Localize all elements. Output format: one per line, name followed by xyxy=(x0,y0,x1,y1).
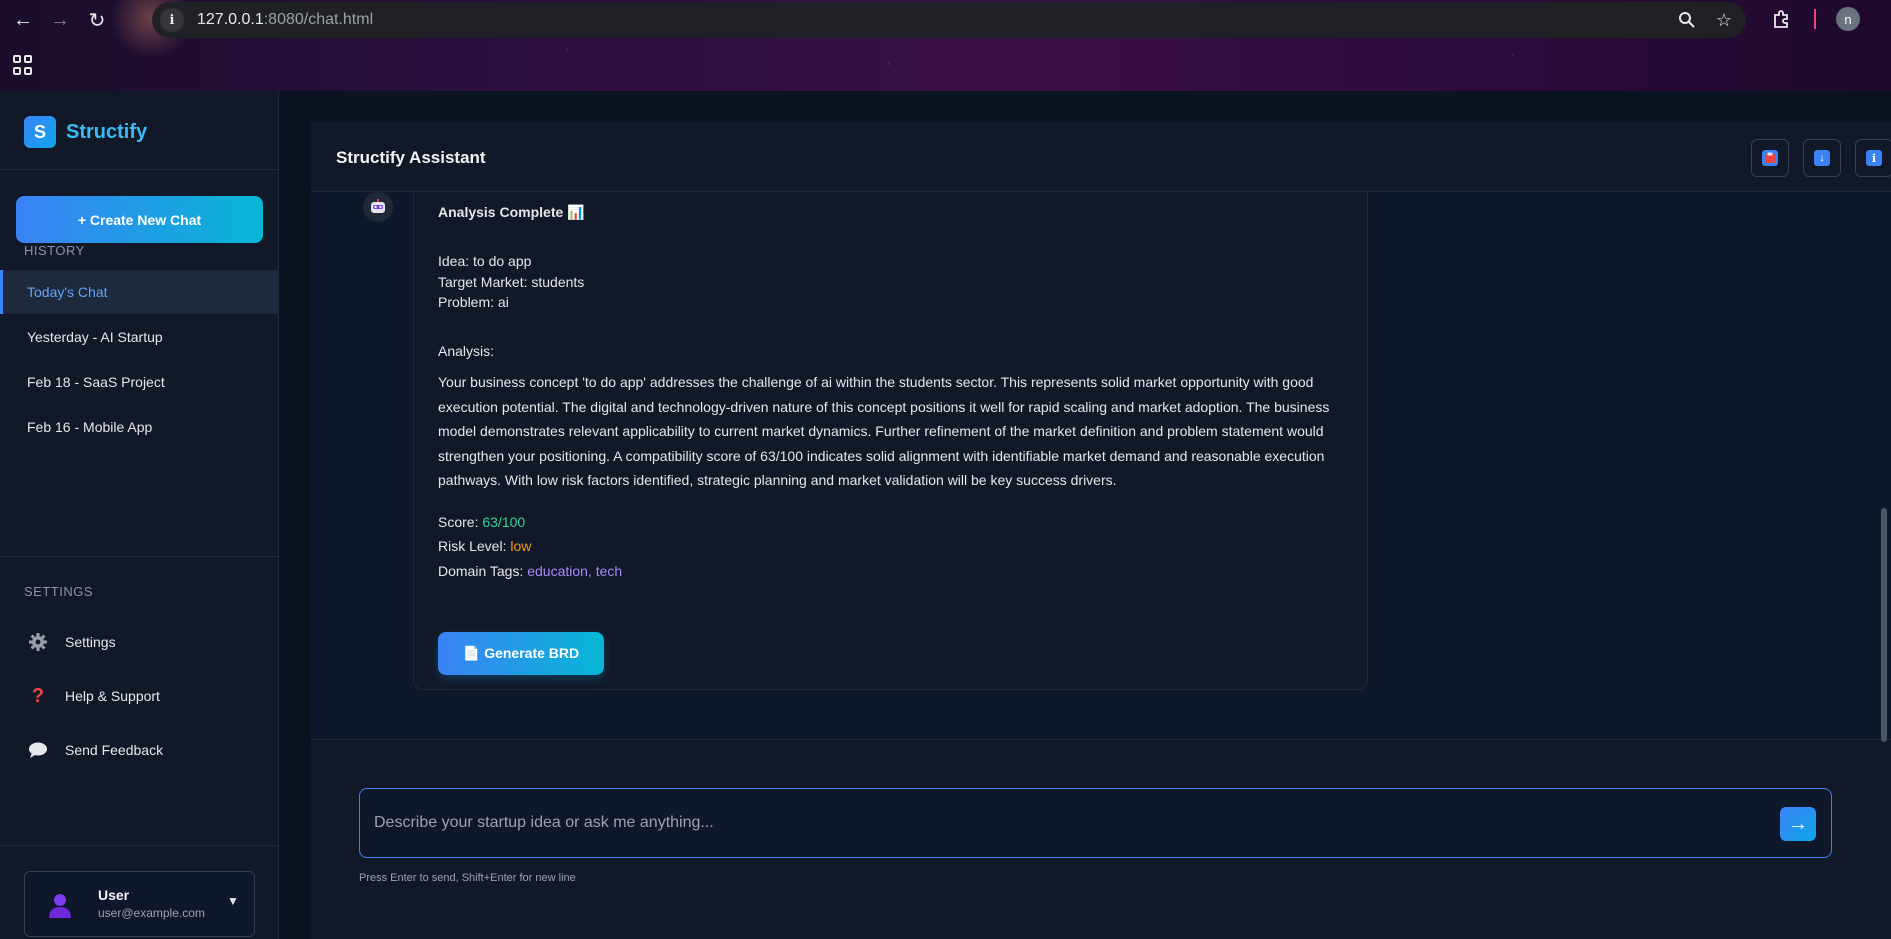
risk-label: Risk Level: xyxy=(438,538,507,554)
sidebar: S Structify + Create New Chat HISTORY To… xyxy=(0,91,279,939)
market-label: Target Market: xyxy=(438,274,528,290)
analysis-text: Your business concept 'to do app' addres… xyxy=(438,374,1330,488)
send-feedback-link[interactable]: Send Feedback xyxy=(27,735,163,765)
sidebar-divider xyxy=(0,845,279,846)
tags-line: Domain Tags: education, tech xyxy=(438,559,622,584)
history-section-title: HISTORY xyxy=(24,243,85,258)
clipboard-icon xyxy=(1762,150,1778,166)
brand-logo: S xyxy=(24,116,56,148)
history-item-yesterday[interactable]: Yesterday - AI Startup xyxy=(0,315,279,359)
history-item-feb-18[interactable]: Feb 18 - SaaS Project xyxy=(0,360,279,404)
composer: → Press Enter to send, Shift+Enter for n… xyxy=(311,739,1891,939)
main-area: Structify Assistant ↓ i Analysis Complet… xyxy=(280,91,1891,939)
speech-bubble-icon xyxy=(27,739,49,761)
user-name: User xyxy=(98,887,130,903)
history-item-feb-16[interactable]: Feb 16 - Mobile App xyxy=(0,405,279,449)
score-label: Score: xyxy=(438,514,479,530)
history-item-todays-chat[interactable]: Today's Chat xyxy=(0,270,279,314)
risk-value: low xyxy=(510,538,532,554)
problem-label: Problem: xyxy=(438,294,495,310)
info-icon: i xyxy=(1866,150,1882,166)
user-avatar-icon xyxy=(47,892,73,918)
assistant-avatar xyxy=(363,192,393,222)
market-value: students xyxy=(531,274,585,290)
download-button[interactable]: ↓ xyxy=(1803,139,1841,177)
browser-toolbar: ← → ↻ i 127.0.0.1:8080/chat.html ☆ n xyxy=(0,0,1891,91)
message-input-box[interactable]: → xyxy=(359,788,1832,858)
input-hint: Press Enter to send, Shift+Enter for new… xyxy=(359,872,576,884)
tags-value: education, tech xyxy=(527,563,623,579)
user-email: user@example.com xyxy=(98,906,205,920)
chat-header: Structify Assistant ↓ i xyxy=(311,122,1891,192)
send-feedback-label: Send Feedback xyxy=(65,742,164,758)
problem-value: ai xyxy=(497,294,509,310)
extensions-icon[interactable] xyxy=(1768,6,1794,32)
assistant-message: Analysis Complete 📊 Idea: to do app Targ… xyxy=(413,192,1368,690)
site-info-icon[interactable]: i xyxy=(160,8,184,32)
idea-label: Idea: xyxy=(438,253,470,269)
score-line: Score: 63/100 xyxy=(438,510,525,535)
tags-label: Domain Tags: xyxy=(438,563,524,579)
chat-title: Structify Assistant xyxy=(336,148,486,167)
sidebar-divider xyxy=(0,556,279,557)
score-value: 63/100 xyxy=(482,514,526,530)
settings-section-title: SETTINGS xyxy=(24,584,94,599)
forward-arrow-icon[interactable]: → xyxy=(46,6,74,34)
problem-line: Problem: ai xyxy=(438,290,509,315)
question-icon: ? xyxy=(31,684,45,707)
address-bar[interactable]: i 127.0.0.1:8080/chat.html ☆ xyxy=(152,2,1746,38)
url-text[interactable]: 127.0.0.1:8080/chat.html xyxy=(197,11,373,29)
generate-brd-button[interactable]: 📄 Generate BRD xyxy=(438,632,604,675)
sidebar-divider xyxy=(0,169,279,170)
apps-grid-icon[interactable] xyxy=(13,55,33,75)
risk-line: Risk Level: low xyxy=(438,534,531,559)
profile-avatar[interactable]: n xyxy=(1836,7,1860,31)
robot-icon xyxy=(371,199,385,213)
info-button[interactable]: i xyxy=(1855,139,1891,177)
message-heading: Analysis Complete 📊 xyxy=(438,204,585,220)
brand-name: Structify xyxy=(66,120,148,143)
brand[interactable]: S Structify xyxy=(24,116,147,148)
url-path: :8080/chat.html xyxy=(263,11,374,28)
chat-scrollbar[interactable] xyxy=(1881,508,1887,742)
analysis-label: Analysis: xyxy=(438,343,495,359)
bookmark-star-icon[interactable]: ☆ xyxy=(1712,8,1736,32)
reload-icon[interactable]: ↻ xyxy=(83,6,111,34)
caret-down-icon[interactable]: ▼ xyxy=(227,894,239,908)
download-arrow-icon: ↓ xyxy=(1814,150,1830,166)
back-arrow-icon[interactable]: ← xyxy=(9,6,37,34)
gear-icon xyxy=(27,631,49,653)
toolbar-divider xyxy=(1814,9,1816,29)
user-menu[interactable]: User user@example.com ▼ xyxy=(24,871,255,937)
help-support-link[interactable]: ? Help & Support xyxy=(27,681,160,711)
message-input[interactable] xyxy=(374,799,1754,847)
clear-chat-button[interactable] xyxy=(1751,139,1789,177)
chat-panel: Structify Assistant ↓ i Analysis Complet… xyxy=(311,122,1891,739)
idea-value: to do app xyxy=(473,253,532,269)
url-host: 127.0.0.1 xyxy=(197,11,264,28)
zoom-icon[interactable] xyxy=(1675,8,1699,32)
settings-label: Settings xyxy=(65,634,116,650)
send-button[interactable]: → xyxy=(1780,807,1816,841)
create-new-chat-button[interactable]: + Create New Chat xyxy=(16,196,263,243)
settings-link[interactable]: Settings xyxy=(27,627,116,657)
help-support-label: Help & Support xyxy=(65,688,160,704)
